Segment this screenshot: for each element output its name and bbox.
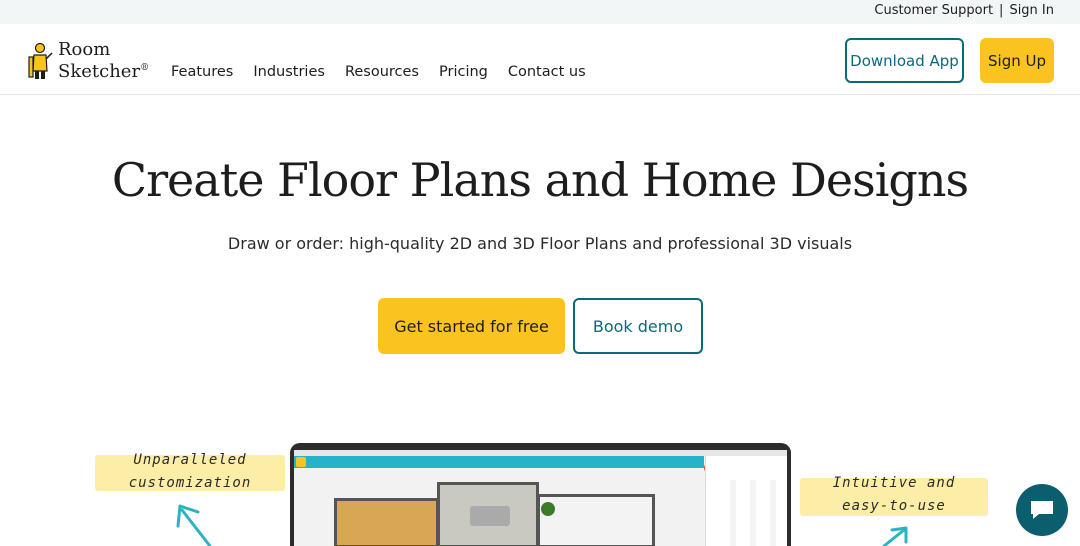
app-screenshot	[294, 450, 787, 546]
right-annotation-line1: Intuitive and	[832, 475, 956, 491]
download-app-button[interactable]: Download App	[845, 38, 964, 83]
plan-room-wood	[334, 498, 439, 546]
plan-table	[470, 506, 510, 526]
utility-separator: |	[999, 3, 1004, 18]
customer-support-link[interactable]: Customer Support	[874, 3, 993, 18]
utility-links: Customer Support | Sign In	[874, 3, 1054, 18]
nav-features[interactable]: Features	[171, 64, 233, 80]
logo[interactable]: Room Sketcher®	[26, 40, 149, 81]
nav-contact-us[interactable]: Contact us	[508, 64, 586, 80]
plan-room-office	[537, 494, 655, 546]
app-menu-icon	[296, 457, 306, 467]
sign-up-button[interactable]: Sign Up	[980, 38, 1054, 83]
logo-line-room: Room	[58, 39, 111, 60]
arrow-up-right-icon	[882, 526, 908, 546]
main-header: Room Sketcher® Features Industries Resou…	[0, 24, 1080, 95]
primary-nav: Features Industries Resources Pricing Co…	[171, 64, 606, 80]
logo-line-sketcher-text: Sketcher	[58, 61, 141, 82]
book-demo-button[interactable]: Book demo	[573, 298, 703, 354]
left-annotation-line2: customization	[128, 475, 252, 491]
app-furniture-grid	[716, 480, 778, 546]
hero-subtitle: Draw or order: high-quality 2D and 3D Fl…	[227, 234, 853, 253]
hero-title: Create Floor Plans and Home Designs	[111, 153, 969, 207]
app-sidebar	[705, 456, 787, 546]
chat-bubble-icon	[1031, 501, 1053, 519]
logo-line-sketcher: Sketcher®	[58, 59, 149, 81]
nav-pricing[interactable]: Pricing	[439, 64, 488, 80]
sign-in-link[interactable]: Sign In	[1009, 3, 1054, 18]
logo-wordmark: Room Sketcher®	[58, 40, 149, 81]
right-annotation: Intuitive and easy-to-use	[800, 472, 988, 518]
left-annotation-line1: Unparalleled	[133, 452, 247, 468]
chat-button[interactable]	[1016, 484, 1068, 536]
logo-registered-mark: ®	[140, 63, 150, 73]
app-toolbar	[294, 456, 704, 468]
nav-industries[interactable]: Industries	[253, 64, 325, 80]
left-annotation: Unparalleled customization	[95, 449, 285, 495]
nav-resources[interactable]: Resources	[345, 64, 419, 80]
plan-plant	[541, 502, 555, 516]
arrow-up-left-icon	[176, 504, 212, 546]
get-started-button[interactable]: Get started for free	[378, 298, 565, 354]
roomsketcher-logo-icon	[26, 41, 54, 81]
utility-bar: Customer Support | Sign In	[0, 0, 1080, 24]
right-annotation-line2: easy-to-use	[842, 498, 946, 514]
